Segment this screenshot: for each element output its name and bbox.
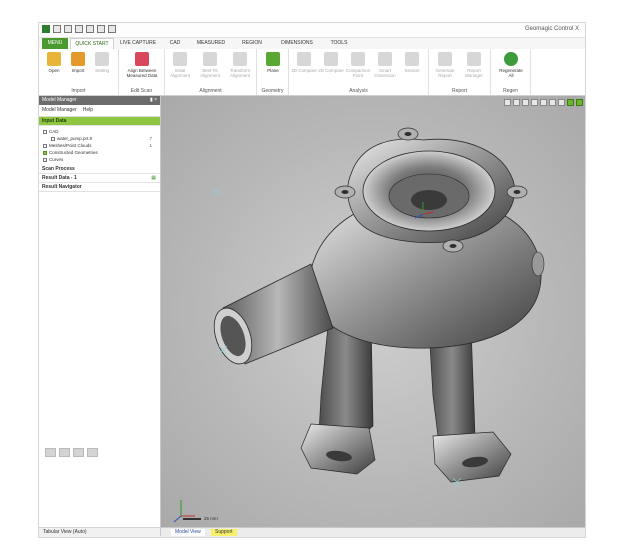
import-small-icon[interactable] xyxy=(86,25,94,33)
panel-title: Model Manager xyxy=(42,97,77,103)
result-navigator-header[interactable]: Result Navigator xyxy=(39,183,160,192)
mesh-icon xyxy=(43,143,47,148)
ribbon-tabs: MENU QUICK START LIVE CAPTURE CAD MEASUR… xyxy=(39,38,585,49)
tab-help[interactable]: Help xyxy=(83,105,93,116)
align-icon xyxy=(135,52,149,66)
import-icon xyxy=(71,52,85,66)
edit-scan-group: Align Between Measured Data Edit Scan xyxy=(119,49,165,95)
alignment-group: Initial Alignment Best Fit Alignment Tra… xyxy=(165,49,257,95)
tab-support[interactable]: Support xyxy=(211,529,237,536)
tab-model-view[interactable]: Model View xyxy=(171,529,205,536)
new-icon[interactable] xyxy=(53,25,61,33)
tab-tools[interactable]: TOOLS xyxy=(325,38,353,49)
import-group: Open Import Setting Import xyxy=(39,49,119,95)
initial-alignment-button[interactable]: Initial Alignment xyxy=(167,52,193,78)
smart-dimension-icon xyxy=(378,52,392,66)
panel-header: Model Manager ▮ × xyxy=(39,96,160,105)
compare-2d-icon xyxy=(324,52,338,66)
result-data-icon: ▦ xyxy=(151,175,156,181)
scale-bar-line xyxy=(183,517,201,520)
setting-button[interactable]: Setting xyxy=(89,52,115,73)
comparison-point-icon xyxy=(351,52,365,66)
regenerate-all-button[interactable]: Regenerate All xyxy=(498,52,524,78)
panel-toolbar xyxy=(45,448,98,457)
compare-3d-icon xyxy=(297,52,311,66)
tab-live-capture[interactable]: LIVE CAPTURE xyxy=(116,38,160,49)
report-group: Generate Report Report Manager Report xyxy=(429,49,491,95)
part-icon xyxy=(51,136,55,141)
open-button[interactable]: Open xyxy=(41,52,67,73)
open-icon xyxy=(47,52,61,66)
transform-icon xyxy=(233,52,247,66)
regenerate-icon xyxy=(504,52,518,66)
smart-dimension-button[interactable]: Smart Dimension xyxy=(372,52,398,78)
input-data-header[interactable]: Input Data xyxy=(39,117,160,126)
report-manager-icon xyxy=(467,52,481,66)
best-fit-icon xyxy=(203,52,217,66)
import-button[interactable]: Import xyxy=(65,52,91,73)
input-data-tree: CAD water_pump.prt.8 7 Meshes/Point Clou… xyxy=(39,126,160,165)
panel-tool-4-icon[interactable] xyxy=(87,448,98,457)
tree-item-constructed-geometries[interactable]: Constructed Geometries xyxy=(43,149,160,156)
water-pump-model[interactable] xyxy=(161,96,586,527)
redo-icon[interactable] xyxy=(108,25,116,33)
panel-tool-1-icon[interactable] xyxy=(45,448,56,457)
best-fit-alignment-button[interactable]: Best Fit Alignment xyxy=(197,52,223,78)
window-title: Geomagic Control X xyxy=(524,26,579,32)
undo-icon[interactable] xyxy=(97,25,105,33)
comparison-point-button[interactable]: Comparison Point xyxy=(345,52,371,78)
result-data-header[interactable]: Result Data - 1 ▦ xyxy=(39,174,160,183)
model-manager-panel: Model Manager ▮ × Model Manager Help Inp… xyxy=(39,96,161,536)
scale-bar: 25 mm xyxy=(183,516,218,521)
transform-alignment-button[interactable]: Transform Alignment xyxy=(227,52,253,78)
generate-report-icon xyxy=(438,52,452,66)
plane-icon xyxy=(266,52,280,66)
tab-measured[interactable]: MEASURED xyxy=(191,38,231,49)
tab-cad[interactable]: CAD xyxy=(163,38,187,49)
tab-menu[interactable]: MENU xyxy=(42,38,68,49)
title-bar: Geomagic Control X xyxy=(39,23,585,38)
generate-report-button[interactable]: Generate Report xyxy=(432,52,458,78)
app-logo-icon xyxy=(42,25,50,33)
pin-close-icon[interactable]: ▮ × xyxy=(150,96,157,105)
section-button[interactable]: Section xyxy=(399,52,425,73)
tab-dimensions[interactable]: DIMENSIONS xyxy=(273,38,321,49)
setting-icon xyxy=(95,52,109,66)
tree-item-water-pump[interactable]: water_pump.prt.8 7 xyxy=(43,135,160,142)
align-between-button[interactable]: Align Between Measured Data xyxy=(122,52,162,78)
panel-tool-2-icon[interactable] xyxy=(59,448,70,457)
regen-group: Regenerate All Regen xyxy=(491,49,531,95)
geometry-icon xyxy=(43,150,47,155)
scan-process-header[interactable]: Scan Process xyxy=(39,165,160,174)
section-icon xyxy=(405,52,419,66)
compare-3d-button[interactable]: 3D Compare xyxy=(291,52,317,73)
tab-model-manager[interactable]: Model Manager xyxy=(42,105,77,116)
tab-region[interactable]: REGION xyxy=(235,38,269,49)
view-tabs: Model View Support xyxy=(161,527,585,537)
tree-item-meshes[interactable]: Meshes/Point Clouds 1 xyxy=(43,142,160,149)
compare-2d-button[interactable]: 2D Compare xyxy=(318,52,344,73)
geometry-group: Plane Geometry xyxy=(257,49,289,95)
ribbon: Open Import Setting Import Align Between… xyxy=(39,49,585,96)
tree-item-curves[interactable]: Curves xyxy=(43,156,160,163)
report-manager-button[interactable]: Report Manager xyxy=(461,52,487,78)
open-file-icon[interactable] xyxy=(64,25,72,33)
save-icon[interactable] xyxy=(75,25,83,33)
tabular-view-status[interactable]: Tabular View (Auto) xyxy=(39,527,160,536)
quick-access-toolbar xyxy=(42,25,116,33)
panel-tabs: Model Manager Help xyxy=(39,105,160,117)
panel-tool-3-icon[interactable] xyxy=(73,448,84,457)
plane-button[interactable]: Plane xyxy=(260,52,286,73)
tree-item-cad[interactable]: CAD xyxy=(43,128,160,135)
application-window: Geomagic Control X MENU QUICK START LIVE… xyxy=(38,22,586,538)
model-viewport[interactable]: 25 mm xyxy=(161,96,586,527)
tab-quick-start[interactable]: QUICK START xyxy=(70,38,114,49)
initial-alignment-icon xyxy=(173,52,187,66)
curve-icon xyxy=(43,157,47,162)
cad-icon xyxy=(43,129,47,134)
analysis-group: 3D Compare 2D Compare Comparison Point S… xyxy=(289,49,429,95)
